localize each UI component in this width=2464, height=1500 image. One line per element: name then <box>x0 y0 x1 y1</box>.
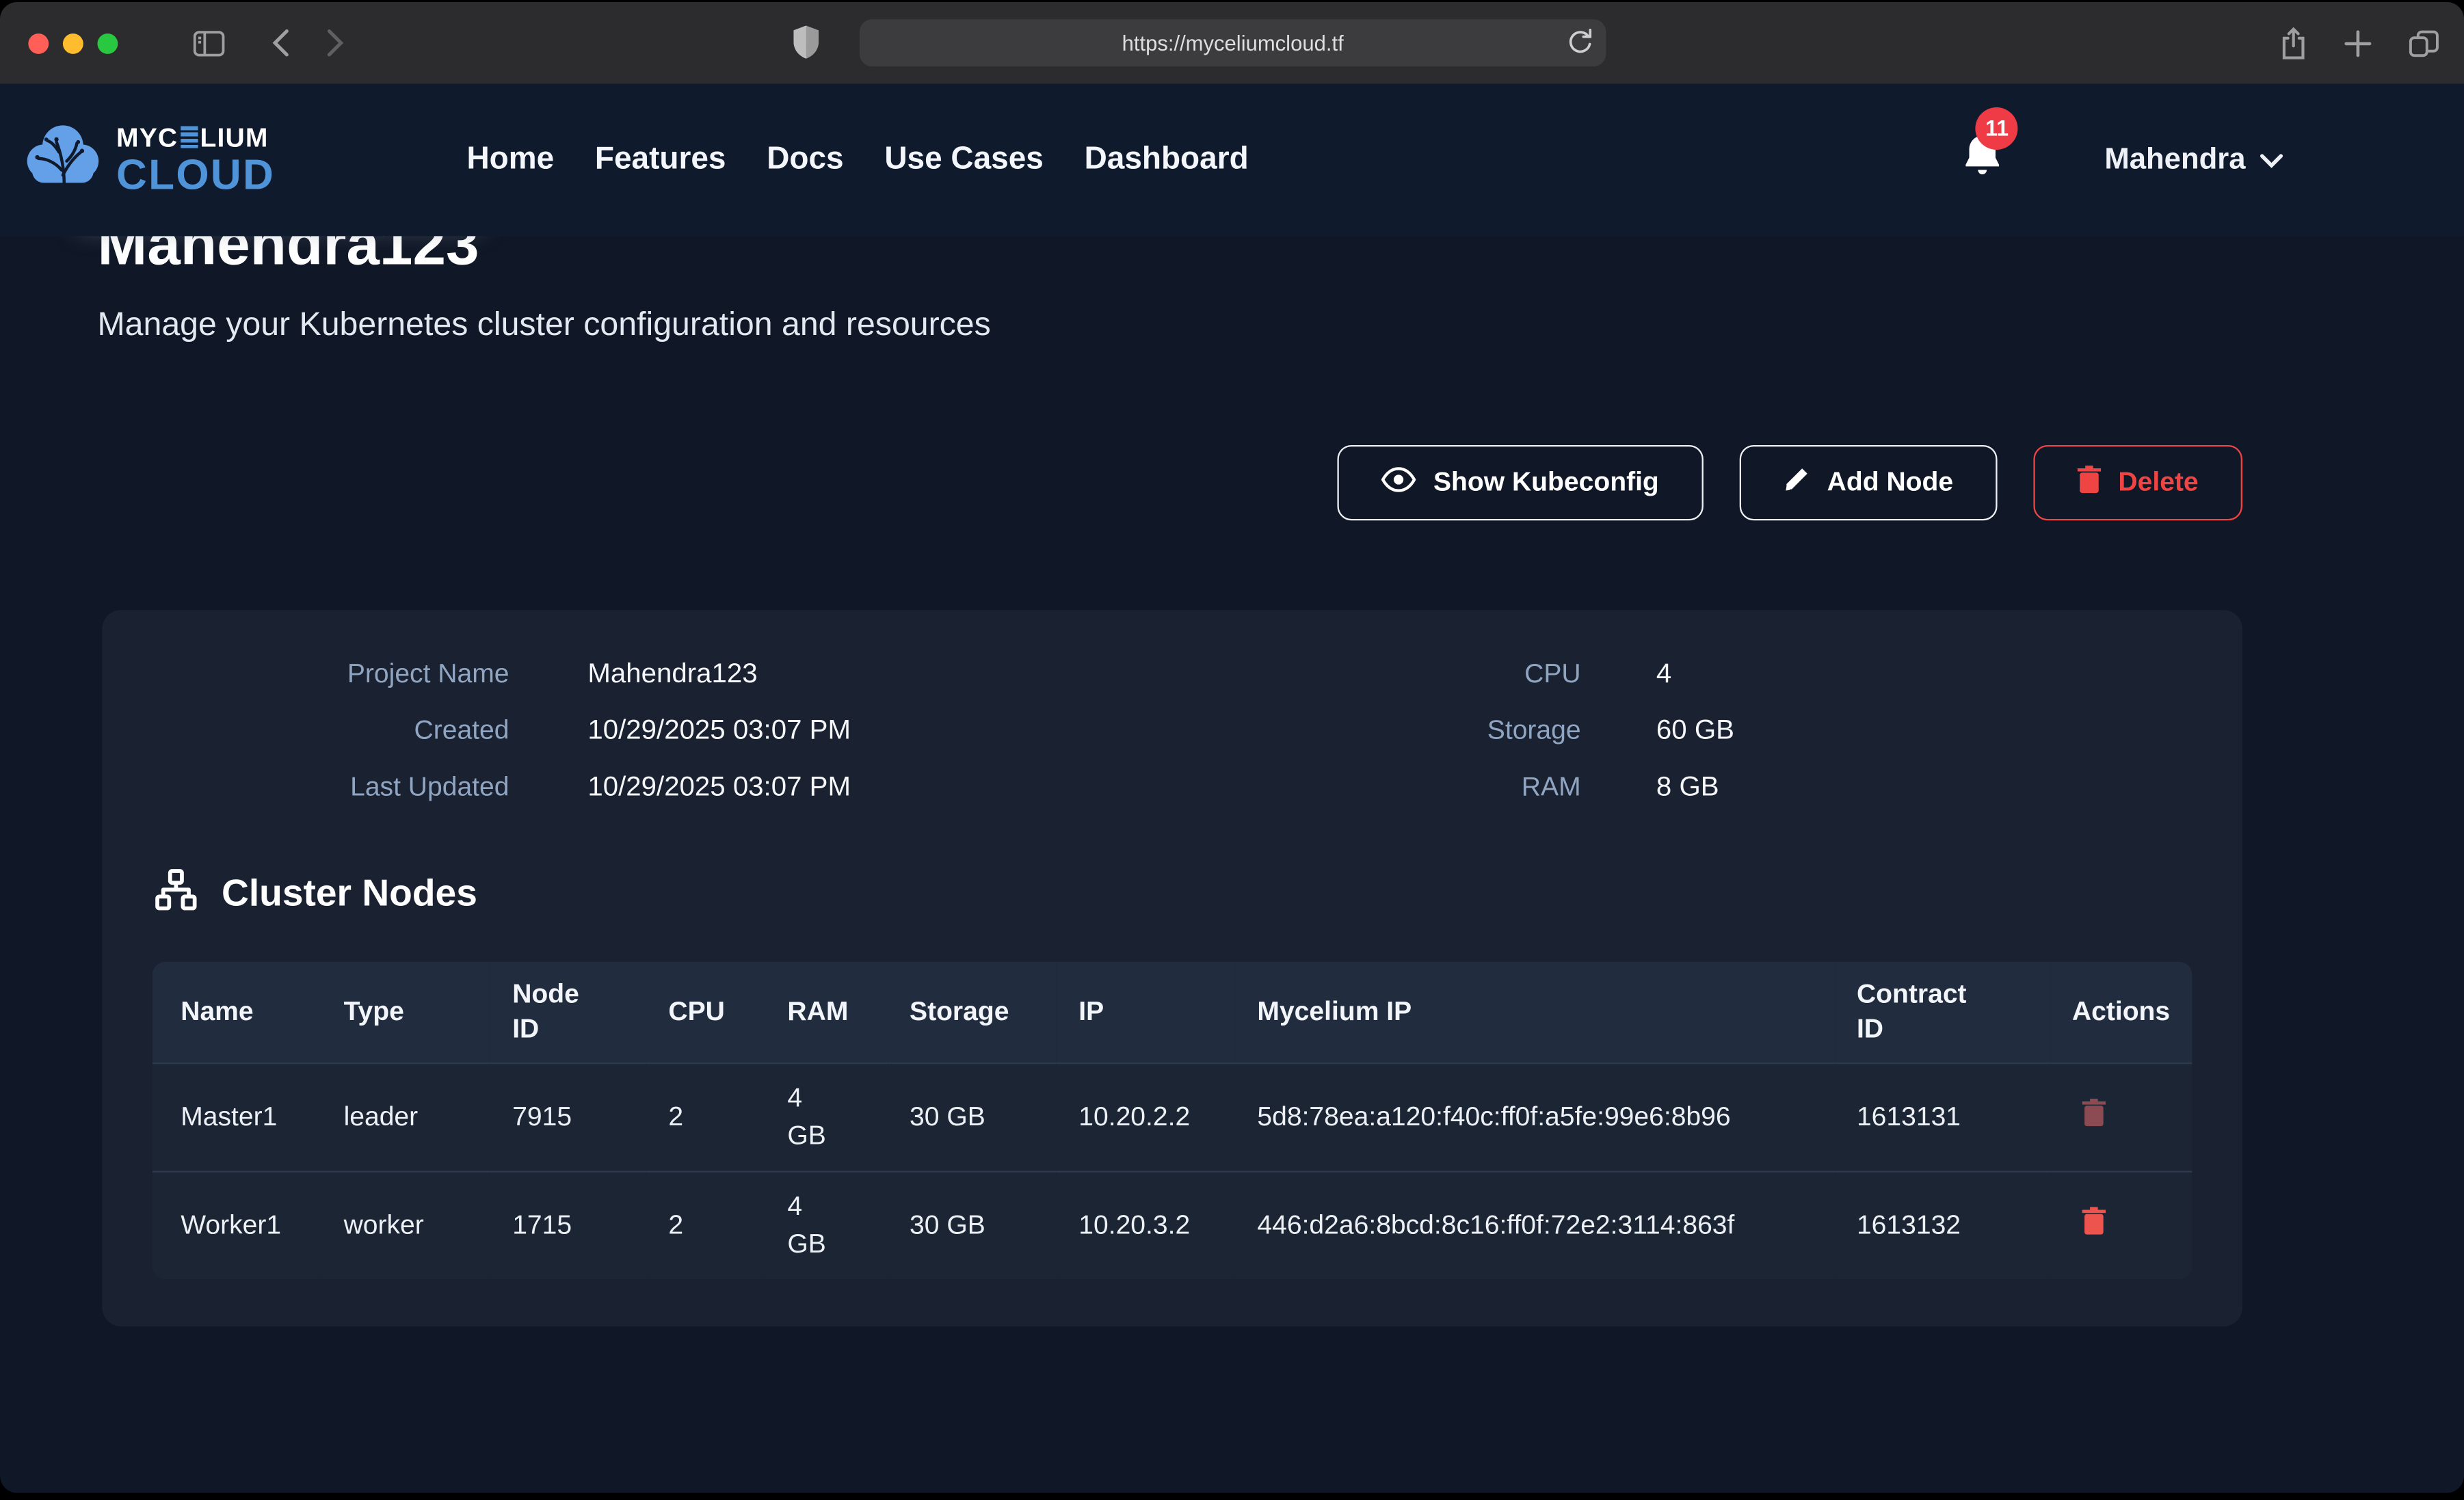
col-header-mycelium-ip: Mycelium IP <box>1235 962 1835 1062</box>
cell-cpu: 2 <box>646 1062 765 1171</box>
nav-link-home[interactable]: Home <box>466 142 554 178</box>
traffic-lights <box>28 33 118 53</box>
mycelium-cloud-icon <box>22 122 103 199</box>
cell-actions <box>2050 1062 2193 1171</box>
cell-mycelium-ip: 5d8:78ea:a120:f40c:ff0f:a5fe:99e6:8b96 <box>1235 1062 1835 1171</box>
cell-contract-id: 1613131 <box>1835 1062 2050 1171</box>
cluster-actions: Show Kubeconfig Add Node Delete <box>102 445 2242 520</box>
cell-ram: 4 GB <box>765 1062 888 1171</box>
delete-cluster-button[interactable]: Delete <box>2033 445 2242 520</box>
eye-icon <box>1381 466 1416 499</box>
cluster-info-right: CPU 4 Storage 60 GB RAM 8 GB <box>1388 657 1734 803</box>
cluster-details-card: Project Name Mahendra123 Created 10/29/2… <box>102 610 2242 1326</box>
delete-node-button[interactable] <box>2072 1206 2105 1239</box>
page-subtitle: Manage your Kubernetes cluster configura… <box>97 307 2464 345</box>
show-kubeconfig-button[interactable]: Show Kubeconfig <box>1338 445 1703 520</box>
col-header-contract-id: Contract ID <box>1835 962 2050 1062</box>
info-label: Project Name <box>153 658 509 690</box>
forward-button[interactable] <box>327 29 344 57</box>
cell-mycelium-ip: 446:d2a6:8bcd:8c16:ff0f:72e2:3114:863f <box>1235 1171 1835 1280</box>
logo-e-bars-icon <box>181 126 198 148</box>
cell-name: Worker1 <box>153 1171 322 1280</box>
info-label: CPU <box>1388 658 1581 690</box>
cell-storage: 30 GB <box>888 1062 1057 1171</box>
cell-ip: 10.20.3.2 <box>1057 1171 1235 1280</box>
back-button[interactable] <box>272 29 289 57</box>
cluster-nodes-table: Name Type Node ID CPU RAM Storage IP Myc… <box>153 962 2193 1279</box>
info-label: RAM <box>1388 772 1581 803</box>
cell-node-id: 1715 <box>490 1171 646 1280</box>
cell-storage: 30 GB <box>888 1171 1057 1280</box>
tab-overview-button[interactable] <box>2409 29 2439 56</box>
brand-logo[interactable]: MYCLIUM CLOUD <box>22 122 275 199</box>
cluster-nodes-icon <box>153 866 200 921</box>
col-header-actions: Actions <box>2050 962 2193 1062</box>
delete-node-button[interactable] <box>2072 1098 2105 1131</box>
cell-actions <box>2050 1171 2193 1280</box>
url-text: https://myceliumcloud.tf <box>1122 31 1344 55</box>
col-header-node-id: Node ID <box>490 962 646 1062</box>
browser-titlebar: https://myceliumcloud.tf <box>0 2 2464 83</box>
info-value: 10/29/2025 03:07 PM <box>587 714 1063 747</box>
cell-node-id: 7915 <box>490 1062 646 1171</box>
col-header-storage: Storage <box>888 962 1057 1062</box>
cluster-nodes-heading: Cluster Nodes <box>222 872 477 915</box>
table-header-row: Name Type Node ID CPU RAM Storage IP Myc… <box>153 962 2193 1062</box>
cell-type: leader <box>321 1062 490 1171</box>
sidebar-toggle-button[interactable] <box>194 29 225 56</box>
cluster-info-left: Project Name Mahendra123 Created 10/29/2… <box>153 657 1064 803</box>
chevron-down-icon <box>2260 143 2283 178</box>
col-header-name: Name <box>153 962 322 1062</box>
privacy-shield-icon[interactable] <box>793 25 819 58</box>
brand-text: MYCLIUM CLOUD <box>116 124 275 196</box>
cell-contract-id: 1613132 <box>1835 1171 2050 1280</box>
reload-button[interactable] <box>1568 27 1591 55</box>
close-window-button[interactable] <box>28 33 49 53</box>
site-navbar: MYCLIUM CLOUD Home Features Docs Use Cas… <box>0 83 2464 236</box>
col-header-ip: IP <box>1057 962 1235 1062</box>
col-header-type: Type <box>321 962 490 1062</box>
notification-bell[interactable]: 11 <box>1961 133 2004 187</box>
col-header-ram: RAM <box>765 962 888 1062</box>
table-row: Worker1 worker 1715 2 4 GB 30 GB 10.20.3… <box>153 1171 2193 1280</box>
info-value: 60 GB <box>1656 714 1734 747</box>
pencil-icon <box>1783 466 1810 500</box>
page-content: Mahendra123 Manage your Kubernetes clust… <box>0 211 2464 1326</box>
info-value: 4 <box>1656 657 1734 690</box>
info-value: Mahendra123 <box>587 657 1063 690</box>
new-tab-button[interactable] <box>2344 29 2371 56</box>
cell-ram: 4 GB <box>765 1171 888 1280</box>
user-name: Mahendra <box>2104 143 2245 178</box>
minimize-window-button[interactable] <box>63 33 83 53</box>
browser-window: https://myceliumcloud.tf <box>0 2 2464 1493</box>
nav-links: Home Features Docs Use Cases Dashboard <box>466 142 1248 178</box>
nav-link-features[interactable]: Features <box>595 142 726 178</box>
add-node-button[interactable]: Add Node <box>1739 445 1997 520</box>
cell-name: Master1 <box>153 1062 322 1171</box>
bell-icon <box>1961 159 2004 185</box>
user-menu[interactable]: Mahendra <box>2104 143 2283 178</box>
notification-badge: 11 <box>1976 107 2018 149</box>
url-field[interactable]: https://myceliumcloud.tf <box>860 19 1606 66</box>
table-row: Master1 leader 7915 2 4 GB 30 GB 10.20.2… <box>153 1062 2193 1171</box>
zoom-window-button[interactable] <box>97 33 118 53</box>
cell-ip: 10.20.2.2 <box>1057 1062 1235 1171</box>
info-value: 8 GB <box>1656 771 1734 803</box>
cell-type: worker <box>321 1171 490 1280</box>
info-label: Storage <box>1388 715 1581 747</box>
trash-icon <box>2078 465 2101 501</box>
info-label: Last Updated <box>153 772 509 803</box>
share-button[interactable] <box>2280 27 2307 59</box>
info-value: 10/29/2025 03:07 PM <box>587 771 1063 803</box>
col-header-cpu: CPU <box>646 962 765 1062</box>
nav-link-dashboard[interactable]: Dashboard <box>1085 142 1249 178</box>
info-label: Created <box>153 715 509 747</box>
nav-link-use-cases[interactable]: Use Cases <box>884 142 1044 178</box>
nav-link-docs[interactable]: Docs <box>767 142 843 178</box>
cell-cpu: 2 <box>646 1171 765 1280</box>
